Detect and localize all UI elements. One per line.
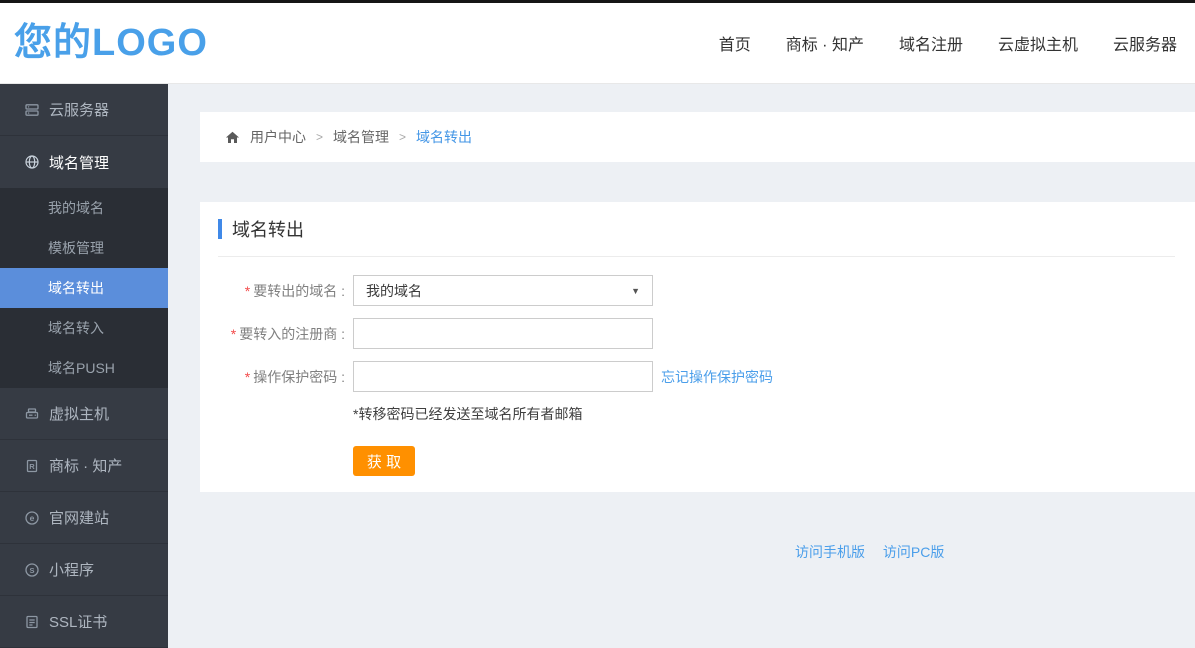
host-icon [24, 406, 40, 422]
sidebar-item-virtual-host[interactable]: 虚拟主机 [0, 388, 168, 440]
nav-item-trademark[interactable]: 商标 · 知产 [786, 31, 864, 55]
registrar-input-label: * 要转入的注册商 : [230, 325, 345, 342]
content-area: 用户中心 > 域名管理 > 域名转出 域名转出 * 要转出的域名 : 我的域名 ▼ [168, 84, 1195, 648]
domain-select[interactable]: 我的域名 ▼ [353, 275, 653, 306]
domain-management-submenu: 我的域名 模板管理 域名转出 域名转入 域名PUSH [0, 188, 168, 388]
submenu-item-domain-transfer-out[interactable]: 域名转出 [0, 268, 168, 308]
nav-item-home[interactable]: 首页 [719, 31, 751, 55]
form-row-domain: * 要转出的域名 : 我的域名 ▼ [218, 275, 1175, 306]
sidebar-item-label: 云服务器 [49, 102, 110, 119]
registrar-input[interactable] [353, 318, 653, 349]
sidebar-item-ssl-certificate[interactable]: SSL证书 [0, 596, 168, 648]
form-row-password: * 操作保护密码 : 忘记操作保护密码 [218, 361, 1175, 392]
nav-item-cloud-server[interactable]: 云服务器 [1113, 31, 1177, 55]
home-icon [225, 130, 240, 145]
breadcrumb-domain-management[interactable]: 域名管理 [333, 127, 389, 147]
submenu-item-domain-transfer-in[interactable]: 域名转入 [0, 308, 168, 348]
submenu-item-template-management[interactable]: 模板管理 [0, 228, 168, 268]
visit-mobile-link[interactable]: 访问手机版 [795, 544, 865, 560]
svg-text:e: e [30, 513, 35, 523]
nav-item-cloud-vhost[interactable]: 云虚拟主机 [998, 31, 1078, 55]
get-button[interactable]: 获 取 [353, 446, 415, 476]
sidebar-item-label: 虚拟主机 [49, 406, 110, 423]
sidebar: 云服务器 域名管理 我的域名 模板管理 域名转出 域名转入 域名PUSH 虚拟主… [0, 84, 168, 648]
sidebar-item-trademark[interactable]: R 商标 · 知产 [0, 440, 168, 492]
cloud-server-icon [24, 102, 40, 118]
form-row-registrar: * 要转入的注册商 : [218, 318, 1175, 349]
nav-item-domain-register[interactable]: 域名注册 [899, 31, 963, 55]
protection-password-input[interactable] [353, 361, 653, 392]
required-mark: * [244, 282, 251, 299]
transfer-out-form: *要转出的域名 : 我的域名 ▼ *要转入的注册商 : *操作保护密码 : [218, 275, 1175, 476]
domain-select-value: 我的域名 [366, 282, 422, 299]
header: 您的LOGO 首页 商标 · 知产 域名注册 云虚拟主机 云服务器 [0, 3, 1195, 84]
sidebar-item-label: 域名管理 [49, 154, 110, 172]
breadcrumb-separator: > [316, 130, 324, 144]
visit-pc-link[interactable]: 访问PC版 [883, 544, 944, 560]
chevron-down-icon: ▼ [631, 285, 640, 296]
sidebar-item-cloud-server[interactable]: 云服务器 [0, 84, 168, 136]
miniprogram-icon: S [24, 562, 40, 578]
trademark-icon: R [24, 458, 40, 474]
forgot-password-link[interactable]: 忘记操作保护密码 [661, 367, 773, 387]
required-mark: * [230, 325, 237, 342]
submenu-item-domain-push[interactable]: 域名PUSH [0, 348, 168, 388]
domain-transfer-out-card: 域名转出 * 要转出的域名 : 我的域名 ▼ * 要转入的注册商 : * 操作保… [200, 202, 1195, 492]
site-logo[interactable]: 您的LOGO [14, 24, 208, 62]
required-mark: * [244, 368, 251, 385]
breadcrumb: 用户中心 > 域名管理 > 域名转出 [200, 112, 1195, 162]
sidebar-item-label: 小程序 [49, 562, 95, 579]
sidebar-item-website-builder[interactable]: e 官网建站 [0, 492, 168, 544]
ssl-cert-icon [24, 614, 40, 630]
svg-text:R: R [29, 461, 35, 470]
title-divider [218, 256, 1175, 257]
website-icon: e [24, 510, 40, 526]
sidebar-item-label: 商标 · 知产 [49, 458, 123, 475]
footer-links: 访问手机版 访问PC版 [200, 542, 1195, 562]
sidebar-item-domain-management[interactable]: 域名管理 [0, 136, 168, 188]
page-title: 域名转出 [232, 220, 304, 240]
sidebar-item-label: SSL证书 [49, 614, 108, 631]
sidebar-item-label: 官网建站 [49, 510, 110, 527]
title-accent-bar [218, 219, 222, 239]
top-navigation: 首页 商标 · 知产 域名注册 云虚拟主机 云服务器 [719, 31, 1177, 55]
breadcrumb-separator: > [399, 130, 407, 144]
domain-select-label: * 要转出的域名 : [244, 282, 345, 299]
svg-text:S: S [29, 565, 34, 574]
breadcrumb-current-page: 域名转出 [416, 129, 473, 145]
card-title-row: 域名转出 [218, 216, 1175, 242]
transfer-password-note: *转移密码已经发送至域名所有者邮箱 [353, 406, 583, 422]
password-input-label: * 操作保护密码 : [244, 368, 345, 385]
sidebar-item-mini-program[interactable]: S 小程序 [0, 544, 168, 596]
globe-icon [24, 154, 40, 170]
submenu-item-my-domains[interactable]: 我的域名 [0, 188, 168, 228]
breadcrumb-user-center[interactable]: 用户中心 [250, 127, 306, 147]
